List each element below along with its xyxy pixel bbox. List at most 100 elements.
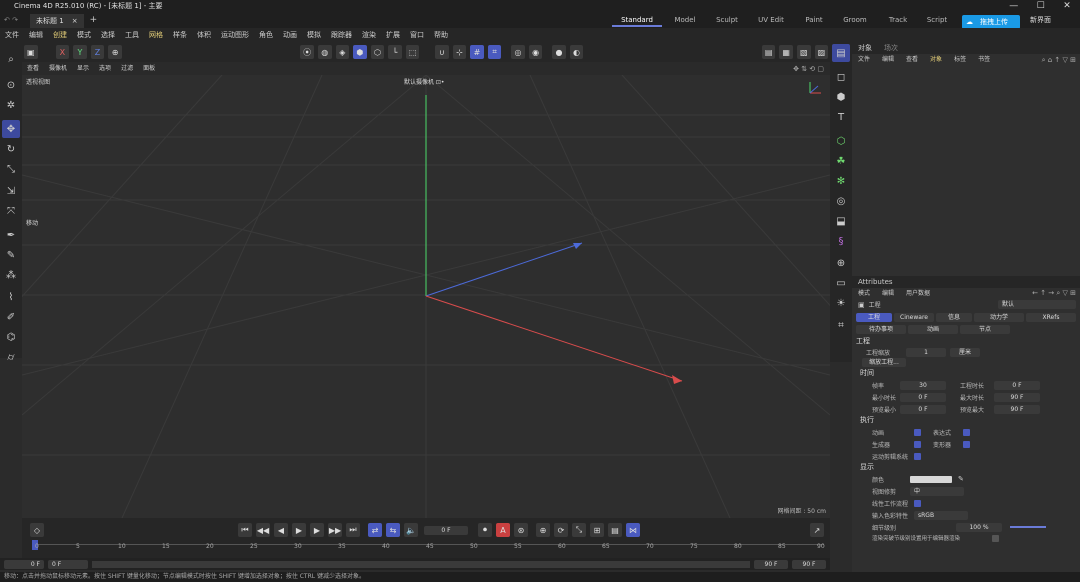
end-frame-field[interactable]: 90 F [792,559,826,569]
search-icon[interactable]: ⌕ [2,50,20,68]
magnet-icon[interactable]: ∪ [435,45,449,59]
upload-button[interactable]: ☁ 拖拽上传 [962,15,1020,29]
move-tool-icon[interactable]: ✥ [2,120,20,138]
layout-sculpt[interactable]: Sculpt [702,13,752,27]
add-tab-icon[interactable]: + [90,15,98,25]
deform-checkbox[interactable] [963,440,970,448]
gen-checkbox[interactable] [914,440,921,448]
attributes-tab[interactable]: Attributes [852,276,899,288]
projtime-field[interactable]: 0 F [994,380,1040,390]
transform-tool-icon[interactable]: ⇲ [2,182,20,200]
brush-icon[interactable]: ⌇ [2,288,20,306]
new-interface-button[interactable]: 新界面 [1030,14,1051,26]
menu-window[interactable]: 窗口 [405,28,429,42]
range-slider[interactable] [92,560,750,568]
tag-icon[interactable]: ⌗ [832,316,850,334]
sound-icon[interactable]: 🔈 [404,523,418,537]
object-manager-icon[interactable]: ▤ [832,44,850,62]
vp-menu-display[interactable]: 显示 [72,62,94,76]
lod-dropdown[interactable]: 中 [910,486,964,496]
viewport-nav-icons[interactable]: ✥ ⇅ ⟲ ▢ [793,65,830,73]
cube-icon[interactable]: ◻ [832,68,850,86]
current-frame-field[interactable]: 0 F [424,525,468,535]
tab-takes[interactable]: 场次 [878,42,904,54]
menu-spline[interactable]: 样条 [168,28,192,42]
preview-range-icon[interactable]: ⇆ [386,523,400,537]
keyframe-selection-icon[interactable]: ⊛ [514,523,528,537]
layout-script[interactable]: Script [912,13,962,27]
measure-icon[interactable]: ⌬ [2,328,20,346]
edit-render-settings-icon[interactable]: ▧ [796,45,811,59]
record-pla-icon[interactable]: ▤ [608,523,622,537]
primitive-icon[interactable]: ⬢ [832,88,850,106]
attr-tab-animation[interactable]: 动画 [908,324,958,334]
record-scale-icon[interactable]: ⤡ [572,523,586,537]
scale-tool-icon[interactable]: ⤡ [2,160,20,178]
om-nav-icons[interactable]: ⌕ ⌂ ↑ ▽ ⊞ [1042,56,1080,65]
deformer-icon[interactable]: ◎ [832,192,850,210]
undo-redo-icon[interactable]: ↶ ↷ [0,16,30,24]
environment-icon[interactable]: ⊕ [832,254,850,272]
axis-mode-icon[interactable]: └ [388,45,402,59]
render-settings-icon[interactable]: ◐ [569,45,584,59]
vp-menu-panel[interactable]: 面板 [138,62,160,76]
menu-help[interactable]: 帮助 [429,28,453,42]
sketch-icon[interactable]: ✎ [2,246,20,264]
om-menu-tags[interactable]: 标签 [948,54,972,66]
attr-preset-dropdown[interactable]: 默认 [998,300,1076,309]
selection-tool-icon[interactable]: ⊙ [2,76,20,94]
menu-render[interactable]: 渲染 [357,28,381,42]
close-tab-icon[interactable]: × [72,14,78,28]
menu-tracker[interactable]: 跟踪器 [326,28,357,42]
start-frame-field[interactable]: 0 F [4,559,44,569]
detail-slider[interactable] [1010,526,1046,528]
minimize-button[interactable]: — [1009,0,1018,12]
knife-icon[interactable]: ✐ [2,308,20,326]
menu-character[interactable]: 角色 [254,28,278,42]
points-mode-icon[interactable]: ⦿ [300,45,314,59]
motion-checkbox[interactable] [914,452,921,460]
axis-z-button[interactable]: Z [90,45,105,59]
menu-edit[interactable]: 编辑 [24,28,48,42]
keyframe-icon[interactable]: ◇ [30,523,44,537]
record-position-icon[interactable]: ⊕ [536,523,550,537]
prev-frame-icon[interactable]: ◀ [274,523,288,537]
interpolation-icon[interactable]: ⋈ [626,523,640,537]
attr-tab-dynamics[interactable]: 动力学 [974,312,1024,322]
fcurve-icon[interactable]: ↗ [810,523,824,537]
attr-tab-todo[interactable]: 待办事项 [856,324,906,334]
attr-menu-userdata[interactable]: 用户数据 [900,288,936,300]
render-picture-viewer-icon[interactable]: ▦ [779,45,793,59]
menu-simulate[interactable]: 模拟 [302,28,326,42]
live-select-icon[interactable]: ✲ [2,96,20,114]
generator-icon[interactable]: ⬡ [832,132,850,150]
render-queue-icon[interactable]: ▨ [814,45,829,59]
spline-pen-icon[interactable]: ✒ [2,226,20,244]
om-menu-edit[interactable]: 编辑 [876,54,900,66]
next-frame-icon[interactable]: ▶ [310,523,324,537]
vp-menu-options[interactable]: 选项 [94,62,116,76]
input-color-dropdown[interactable]: sRGB [914,510,968,520]
spline-icon[interactable]: § [832,232,850,250]
om-menu-file[interactable]: 文件 [852,54,876,66]
camera-icon[interactable]: ▭ [832,274,850,292]
deformer-tool-icon[interactable]: ⁂ [2,266,20,284]
next-key-icon[interactable]: ▶▶ [328,523,342,537]
scale-unit-dropdown[interactable]: 厘米 [950,347,980,357]
render-region-icon[interactable]: ◎ [511,45,525,59]
fps-field[interactable]: 30 [900,380,946,390]
attr-tab-cineware[interactable]: Cineware [894,312,934,322]
vp-menu-view[interactable]: 查看 [22,62,44,76]
bevel-icon[interactable]: ⌭ [2,348,20,366]
render-icon[interactable]: ● [552,45,566,59]
camera-label[interactable]: 默认摄像机 ⊡• [404,77,444,86]
loop-icon[interactable]: ⇄ [368,523,382,537]
preview-start-field[interactable]: 0 F [48,559,88,569]
om-menu-object[interactable]: 对象 [924,54,948,66]
record-rotation-icon[interactable]: ⟳ [554,523,568,537]
attr-menu-mode[interactable]: 模式 [852,288,876,300]
color-swatch[interactable] [910,475,952,483]
rotate-tool-icon[interactable]: ↻ [2,140,20,158]
vp-menu-cameras[interactable]: 摄像机 [44,62,72,76]
menu-animation[interactable]: 动画 [278,28,302,42]
